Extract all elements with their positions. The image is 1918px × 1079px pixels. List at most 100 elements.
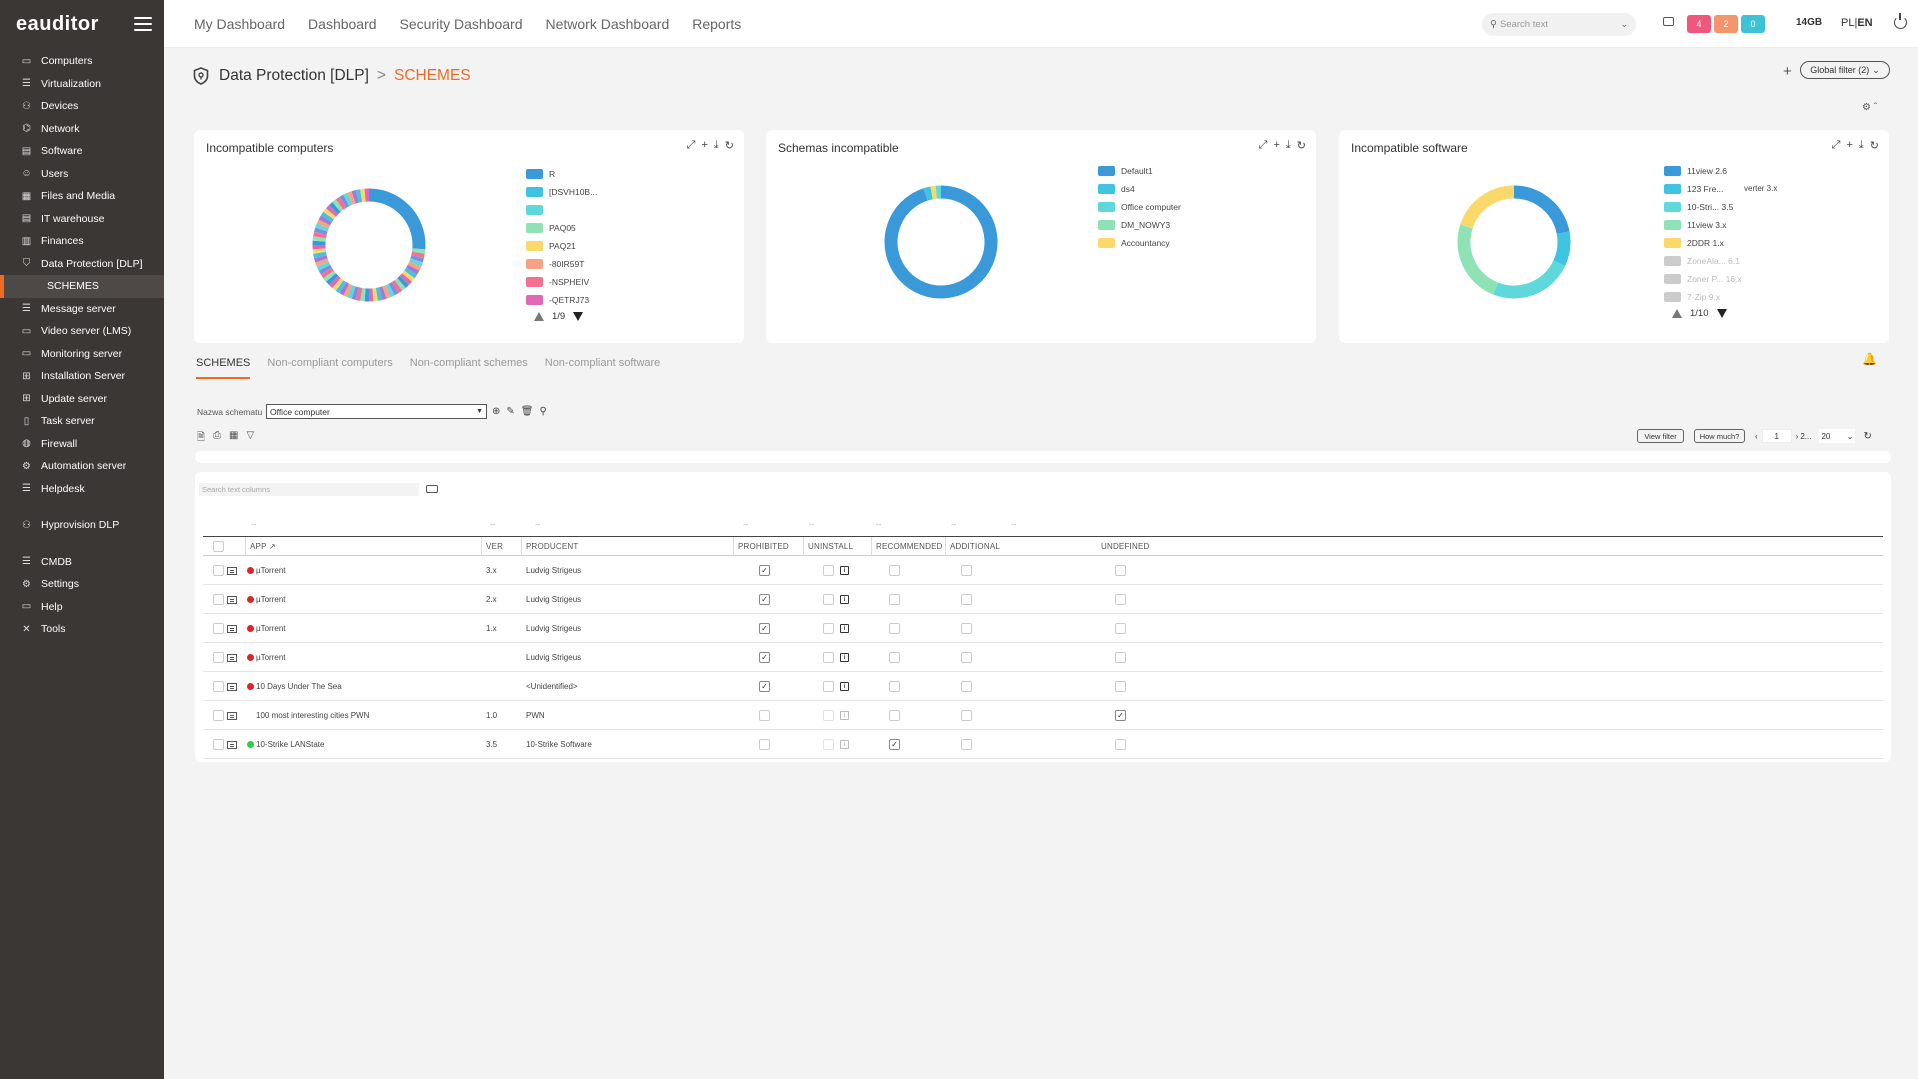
additional-checkbox[interactable] bbox=[961, 652, 972, 663]
topnav-network-dashboard[interactable]: Network Dashboard bbox=[546, 16, 670, 32]
additional-checkbox[interactable] bbox=[961, 623, 972, 634]
recommended-checkbox[interactable] bbox=[889, 652, 900, 663]
alert-badge-warning[interactable]: 2 bbox=[1714, 15, 1738, 33]
tab-schemes[interactable]: SCHEMES bbox=[196, 357, 251, 379]
sidebar-item-video-server-lms[interactable]: ▭ Video server (LMS) bbox=[0, 320, 164, 343]
delete-icon[interactable]: 🗑 bbox=[521, 406, 534, 417]
legend-item[interactable]: Accountancy bbox=[1098, 234, 1181, 252]
expand-icon[interactable]: ⤢ bbox=[1259, 139, 1268, 152]
donut-slice[interactable] bbox=[313, 251, 327, 259]
prohibited-checkbox[interactable] bbox=[759, 710, 770, 721]
donut-slice[interactable] bbox=[332, 199, 344, 212]
uninstall-checkbox[interactable] bbox=[823, 623, 834, 634]
alert-badge-critical[interactable]: 4 bbox=[1687, 15, 1711, 33]
sidebar-item-network[interactable]: ⌬ Network bbox=[0, 118, 164, 141]
export-icon[interactable]: 🗎 bbox=[197, 430, 205, 447]
donut-slice[interactable] bbox=[409, 258, 423, 267]
donut-slice[interactable] bbox=[1493, 260, 1566, 299]
additional-checkbox[interactable] bbox=[961, 710, 972, 721]
lang-en[interactable]: EN bbox=[1857, 17, 1872, 29]
column-filter-undefined[interactable]: -- bbox=[1011, 520, 1016, 529]
legend-item[interactable]: PAQ05 bbox=[526, 219, 597, 237]
tab-non-compliant-schemes[interactable]: Non-compliant schemes bbox=[410, 357, 528, 379]
donut-slice[interactable] bbox=[923, 186, 933, 201]
additional-checkbox[interactable] bbox=[961, 565, 972, 576]
column-filter-producent[interactable]: -- bbox=[535, 520, 540, 529]
donut-slice[interactable] bbox=[351, 190, 359, 204]
topnav-security-dashboard[interactable]: Security Dashboard bbox=[400, 16, 523, 32]
uninstall-info-icon[interactable]: i bbox=[840, 740, 849, 749]
legend-next-icon[interactable] bbox=[573, 312, 584, 321]
row-checkbox[interactable] bbox=[212, 739, 224, 750]
donut-slice[interactable] bbox=[407, 261, 422, 271]
sidebar-item-data-protection-dlp[interactable]: ⛉ Data Protection [DLP] bbox=[0, 253, 164, 276]
lang-pl[interactable]: PL bbox=[1841, 17, 1854, 29]
legend-item[interactable]: ZoneAla... 6.1 bbox=[1664, 252, 1742, 270]
search-columns-input[interactable]: Search text columns bbox=[199, 483, 419, 496]
donut-slice[interactable] bbox=[404, 267, 418, 279]
row-details-icon[interactable] bbox=[227, 624, 237, 633]
donut-slice[interactable] bbox=[315, 258, 329, 267]
schema-select[interactable]: Office computer ▼ bbox=[266, 404, 487, 419]
legend-item[interactable]: 11view 2.6 bbox=[1664, 162, 1742, 180]
clear-search-icon[interactable] bbox=[426, 485, 438, 493]
sidebar-item-schemes[interactable]: SCHEMES bbox=[0, 275, 164, 298]
legend-item[interactable]: DM_NOWY3 bbox=[1098, 216, 1181, 234]
uninstall-checkbox[interactable] bbox=[823, 594, 834, 605]
refresh-icon[interactable]: ↻ bbox=[1870, 139, 1879, 152]
legend-item[interactable]: ds4 bbox=[1098, 180, 1181, 198]
donut-slice[interactable] bbox=[391, 280, 403, 294]
donut-slice[interactable] bbox=[314, 255, 328, 263]
columns-icon[interactable]: ▦ bbox=[229, 430, 238, 447]
donut-slice[interactable] bbox=[323, 208, 336, 220]
donut-chart[interactable] bbox=[881, 182, 1001, 302]
uninstall-info-icon[interactable]: i bbox=[840, 682, 849, 691]
sidebar-item-firewall[interactable]: ◍ Firewall bbox=[0, 433, 164, 456]
sidebar-item-computers[interactable]: ▭ Computers bbox=[0, 50, 164, 73]
col-additional[interactable]: ADDITIONAL bbox=[945, 537, 1005, 556]
sidebar-item-automation-server[interactable]: ⚙ Automation server bbox=[0, 455, 164, 478]
sidebar-item-help[interactable]: ▭ Help bbox=[0, 596, 164, 619]
col-app[interactable]: APP ↗ bbox=[245, 537, 441, 556]
sidebar-item-cmdb[interactable]: ☰ CMDB bbox=[0, 551, 164, 574]
donut-slice[interactable] bbox=[382, 285, 391, 299]
row-details-icon[interactable] bbox=[227, 682, 237, 691]
table-row[interactable]: 10 Days Under The Sea <Unidentified> ✓ i bbox=[203, 672, 1883, 701]
view-filter-button[interactable]: View filter bbox=[1637, 429, 1684, 443]
legend-prev-icon[interactable] bbox=[1672, 309, 1682, 318]
row-details-icon[interactable] bbox=[227, 711, 237, 720]
recommended-checkbox[interactable]: ✓ bbox=[889, 739, 900, 750]
column-filter-uninstall[interactable]: -- bbox=[809, 520, 814, 529]
table-row[interactable]: 10-Strike LANState 3.5 10-Strike Softwar… bbox=[203, 730, 1883, 759]
row-checkbox[interactable] bbox=[212, 565, 224, 576]
sidebar-item-installation-server[interactable]: ⊞ Installation Server bbox=[0, 365, 164, 388]
col-producent[interactable]: PRODUCENT bbox=[521, 537, 729, 556]
tab-non-compliant-software[interactable]: Non-compliant software bbox=[545, 357, 661, 379]
donut-slice[interactable] bbox=[347, 191, 356, 205]
donut-slice[interactable] bbox=[318, 264, 332, 275]
breadcrumb-section[interactable]: Data Protection [DLP] bbox=[219, 67, 369, 85]
sidebar-item-devices[interactable]: ⚇ Devices bbox=[0, 95, 164, 118]
donut-slice[interactable] bbox=[339, 194, 350, 208]
donut-slice[interactable] bbox=[343, 283, 353, 298]
legend-next-icon[interactable] bbox=[1716, 309, 1727, 318]
col-recommended[interactable]: RECOMMENDED bbox=[871, 537, 943, 556]
prev-page-icon[interactable]: ‹ bbox=[1755, 432, 1758, 441]
legend-item[interactable]: -QETRJ73 bbox=[526, 291, 597, 309]
power-icon[interactable] bbox=[1894, 13, 1907, 29]
sidebar-item-monitoring-server[interactable]: ▭ Monitoring server bbox=[0, 343, 164, 366]
legend-item[interactable]: 123 Fre... bbox=[1664, 180, 1742, 198]
legend-item[interactable]: -NSPHEIV bbox=[526, 273, 597, 291]
donut-slice[interactable] bbox=[326, 205, 339, 217]
donut-slice[interactable] bbox=[1457, 224, 1499, 295]
sidebar-item-hyprovision-dlp[interactable]: ⚇ Hyprovision DLP bbox=[0, 514, 164, 537]
undefined-checkbox[interactable] bbox=[1115, 594, 1126, 605]
donut-slice[interactable] bbox=[335, 196, 347, 210]
recommended-checkbox[interactable] bbox=[889, 623, 900, 634]
donut-slice[interactable] bbox=[397, 275, 409, 288]
prohibited-checkbox[interactable]: ✓ bbox=[759, 594, 770, 605]
row-details-icon[interactable] bbox=[227, 740, 237, 749]
sidebar-item-task-server[interactable]: ▯ Task server bbox=[0, 410, 164, 433]
sidebar-item-finances[interactable]: ▥ Finances bbox=[0, 230, 164, 253]
select-all-checkbox[interactable] bbox=[212, 541, 224, 552]
